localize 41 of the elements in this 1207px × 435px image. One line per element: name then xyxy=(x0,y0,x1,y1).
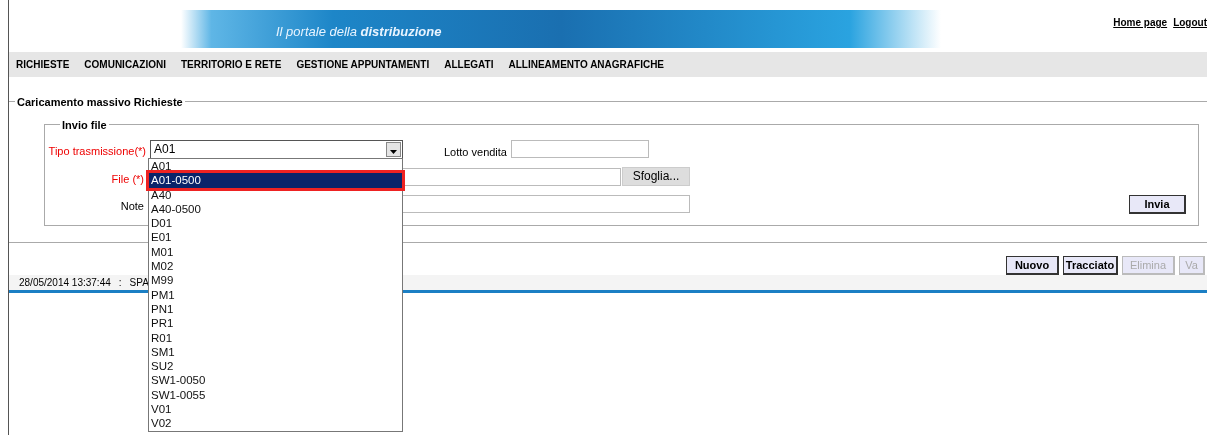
top-link[interactable]: Logout xyxy=(1173,15,1207,30)
dropdown-option[interactable]: SW1-0055 xyxy=(149,387,402,403)
dropdown-option[interactable]: M99 xyxy=(149,273,402,288)
browse-button[interactable]: Sfoglia... xyxy=(622,167,690,186)
field-label: Note xyxy=(120,199,144,214)
field-label: Tipo trasmissione(*) xyxy=(48,144,146,159)
menu-item[interactable]: ALLEGATI xyxy=(444,57,494,72)
dropdown-option[interactable]: A01-0500 xyxy=(149,173,402,188)
action-button[interactable]: Tracciato xyxy=(1063,256,1118,275)
menu-item[interactable]: GESTIONE APPUNTAMENTI xyxy=(296,57,430,72)
select-value: A01 xyxy=(154,142,176,156)
dropdown-option[interactable]: PM1 xyxy=(149,287,402,302)
dropdown-option[interactable]: SW1-0050 xyxy=(149,373,402,388)
dropdown-option[interactable]: V01 xyxy=(149,402,402,417)
field-label: File (*) xyxy=(111,172,144,187)
action-button[interactable]: Nuovo xyxy=(1006,256,1059,275)
status-user: SPA xyxy=(129,276,149,290)
dropdown-option[interactable]: PN1 xyxy=(149,301,402,317)
menu-item[interactable]: TERRITORIO E RETE xyxy=(181,57,282,72)
dropdown-option[interactable]: E01 xyxy=(149,230,402,245)
dropdown-option[interactable]: A40 xyxy=(149,187,402,202)
status-separator: : xyxy=(118,276,122,290)
dropdown-option[interactable]: SU2 xyxy=(149,359,402,374)
dropdown-option[interactable]: M02 xyxy=(149,259,402,274)
dropdown-option[interactable]: SM1 xyxy=(149,344,402,360)
dropdown-option[interactable]: A40-0500 xyxy=(149,201,402,217)
dropdown-option[interactable]: A01 xyxy=(149,159,402,174)
dropdown-option[interactable]: D01 xyxy=(149,216,402,231)
top-link[interactable]: Home page xyxy=(1113,15,1168,30)
status-timestamp: 28/05/2014 13:37:44 xyxy=(19,276,111,290)
menu-item[interactable]: RICHIESTE xyxy=(16,57,70,72)
dropdown-option[interactable]: M01 xyxy=(149,244,402,260)
dropdown-option[interactable]: PR1 xyxy=(149,316,402,331)
submit-button[interactable]: Invia xyxy=(1129,195,1186,214)
text-field[interactable] xyxy=(511,140,649,158)
dropdown-option[interactable]: V02 xyxy=(149,416,402,431)
field-label: Lotto vendita xyxy=(444,145,507,160)
banner-tagline: Il portale della distribuzione xyxy=(276,23,442,41)
dropdown-option[interactable]: R01 xyxy=(149,330,402,345)
menu-item[interactable]: ALLINEAMENTO ANAGRAFICHE xyxy=(508,57,665,72)
menu-item[interactable]: COMUNICAZIONI xyxy=(84,57,166,72)
